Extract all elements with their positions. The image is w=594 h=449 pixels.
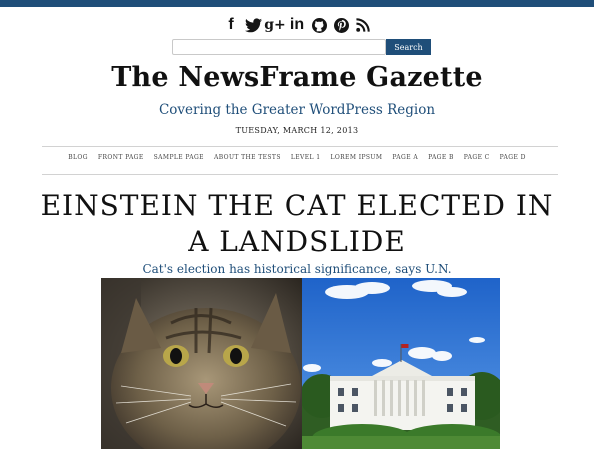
nav-item-level-1[interactable]: LEVEL 1 (291, 154, 321, 161)
nav-item-page-a[interactable]: PAGE A (392, 154, 418, 161)
nav-bottom-divider (42, 174, 558, 175)
search-input[interactable] (172, 39, 386, 55)
date-line: TUESDAY, MARCH 12, 2013 (235, 126, 359, 135)
nav-item-page-c[interactable]: PAGE C (464, 154, 490, 161)
rss-icon[interactable] (355, 16, 372, 34)
nav-item-page-b[interactable]: PAGE B (428, 154, 454, 161)
googleplus-icon[interactable]: g+ (264, 16, 286, 34)
github-icon[interactable] (311, 16, 328, 34)
article-subheadline: Cat's election has historical significan… (142, 262, 452, 276)
social-links: f g+ in (0, 16, 594, 34)
linkedin-icon[interactable]: in (289, 16, 306, 34)
nav-item-about-the-tests[interactable]: ABOUT THE TESTS (214, 154, 281, 161)
search-button[interactable]: Search (386, 39, 431, 55)
article-featured-image[interactable] (101, 278, 500, 449)
twitter-icon[interactable] (244, 16, 262, 34)
nav-top-divider (42, 146, 558, 147)
white-house-photo (302, 278, 500, 449)
site-tagline: Covering the Greater WordPress Region (158, 102, 436, 118)
article-headline[interactable]: EINSTEIN THE CAT ELECTED IN A LANDSLIDE (40, 188, 554, 260)
nav-item-blog[interactable]: BLOG (68, 154, 88, 161)
pinterest-icon[interactable] (333, 16, 350, 34)
nav-item-page-d[interactable]: PAGE D (500, 154, 526, 161)
top-accent-bar (0, 0, 594, 7)
site-title[interactable]: The NewsFrame Gazette (0, 58, 594, 98)
cat-photo (101, 278, 302, 449)
search-form: Search (172, 39, 431, 55)
nav-item-sample-page[interactable]: SAMPLE PAGE (154, 154, 204, 161)
nav-item-lorem-ipsum[interactable]: LOREM IPSUM (330, 154, 382, 161)
main-navigation: BLOG FRONT PAGE SAMPLE PAGE ABOUT THE TE… (0, 154, 594, 161)
nav-item-front-page[interactable]: FRONT PAGE (98, 154, 144, 161)
facebook-icon[interactable]: f (223, 16, 240, 34)
